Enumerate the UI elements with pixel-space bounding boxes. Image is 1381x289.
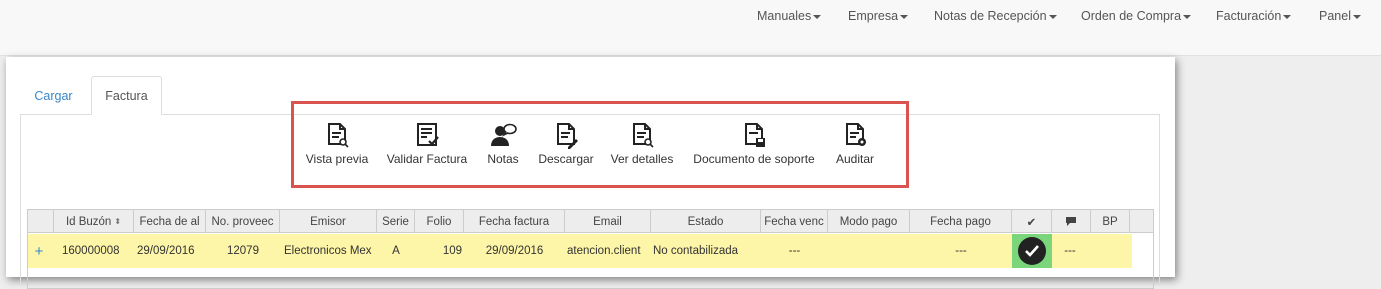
nav-label: Manuales — [757, 9, 812, 23]
cell-id-buzon: 160000008 — [62, 245, 120, 257]
col-estado[interactable]: Estado — [651, 210, 761, 233]
document-gear-icon — [846, 123, 866, 146]
col-expand — [28, 210, 54, 233]
nav-panel[interactable]: Panel — [1319, 8, 1361, 24]
col-fecha-alta[interactable]: Fecha de al — [134, 210, 206, 233]
col-label: No. proveec — [211, 215, 274, 228]
cell-fecha-venc: --- — [788, 245, 801, 257]
col-label: Fecha pago — [930, 215, 991, 228]
cell-fecha-alta: 29/09/2016 — [137, 245, 195, 257]
check-circle-icon — [1018, 237, 1046, 265]
col-bp[interactable]: BP — [1091, 210, 1130, 233]
auditar-label: Auditar — [835, 152, 875, 166]
invoice-grid: Id Buzón ⬍ Fecha de al No. proveec Emisor… — [27, 209, 1154, 289]
cell-serie: A — [392, 245, 400, 257]
nav-manuales[interactable]: Manuales — [757, 8, 822, 24]
col-label: Modo pago — [839, 215, 898, 228]
cell-email: atencion.client — [567, 245, 641, 257]
caret-down-icon — [900, 15, 909, 19]
check-icon: ✔ — [1026, 216, 1037, 229]
nav-label: Facturación — [1216, 9, 1282, 23]
caret-down-icon — [813, 15, 822, 19]
nav-label: Empresa — [848, 9, 899, 23]
cell-fecha-pago: --- — [955, 245, 967, 257]
tab-cargar[interactable]: Cargar — [25, 76, 82, 115]
col-fecha-factura[interactable]: Fecha factura — [464, 210, 565, 233]
checkmark-icon — [1025, 245, 1039, 257]
col-email[interactable]: Email — [565, 210, 651, 233]
vista-previa-button[interactable]: Vista previa — [306, 121, 368, 169]
col-label: Fecha de al — [139, 215, 200, 228]
cell-notes: --- — [1064, 245, 1076, 257]
col-folio[interactable]: Folio — [415, 210, 464, 233]
documento-soporte-button[interactable]: Documento de soporte — [692, 121, 816, 169]
descargar-button[interactable]: Descargar — [538, 121, 594, 169]
validar-factura-button[interactable]: Validar Factura — [386, 121, 468, 169]
col-id-buzon[interactable]: Id Buzón ⬍ — [54, 210, 134, 233]
col-emisor[interactable]: Emisor — [280, 210, 377, 233]
col-label: Estado — [687, 215, 724, 228]
caret-down-icon — [1283, 15, 1292, 19]
col-label: Fecha venc — [764, 215, 824, 228]
nav-label: Notas de Recepción — [934, 9, 1047, 23]
cell-fecha-factura: 29/09/2016 — [485, 245, 544, 257]
col-fecha-venc[interactable]: Fecha venc — [761, 210, 828, 233]
toolbar-highlight — [291, 101, 909, 188]
document-save-icon — [745, 123, 765, 147]
top-navbar: Manuales Empresa Notas de Recepción Orde… — [0, 0, 1381, 56]
col-fecha-pago[interactable]: Fecha pago — [910, 210, 1012, 233]
cell-modo-pago — [828, 234, 910, 268]
tab-factura[interactable]: Factura — [91, 76, 162, 115]
validar-factura-label: Validar Factura — [386, 152, 468, 166]
nav-facturacion[interactable]: Facturación — [1216, 8, 1292, 24]
checklist-icon — [417, 123, 439, 146]
document-magnify-icon — [633, 123, 654, 148]
col-modo-pago[interactable]: Modo pago — [828, 210, 910, 233]
col-label: Fecha factura — [478, 215, 550, 228]
col-check[interactable]: ✔ — [1012, 210, 1052, 233]
cell-emisor: Electronicos Mex — [284, 245, 372, 257]
nav-notas-recepcion[interactable]: Notas de Recepción — [934, 8, 1057, 24]
col-label: Serie — [382, 215, 409, 228]
nav-empresa[interactable]: Empresa — [848, 8, 909, 24]
nav-label: Panel — [1319, 9, 1351, 23]
col-label: BP — [1102, 215, 1118, 228]
user-comment-icon — [491, 123, 517, 146]
document-search-icon — [328, 123, 349, 148]
expand-row-icon[interactable]: + — [28, 234, 50, 268]
col-no-proveedor[interactable]: No. proveec — [206, 210, 280, 233]
cell-estado: No contabilizada — [653, 245, 739, 257]
cell-no-proveedor: 12079 — [227, 245, 259, 257]
table-row[interactable]: + 160000008 29/09/2016 12079 Electronico… — [28, 234, 1132, 268]
notas-button[interactable]: Notas — [485, 121, 521, 169]
descargar-label: Descargar — [538, 152, 594, 166]
ver-detalles-button[interactable]: Ver detalles — [610, 121, 674, 169]
col-comments[interactable] — [1052, 210, 1091, 233]
cell-folio: 109 — [442, 245, 462, 257]
nav-label: Orden de Compra — [1081, 9, 1182, 23]
auditar-button[interactable]: Auditar — [833, 121, 877, 169]
notas-label: Notas — [487, 152, 519, 166]
grid-header: Id Buzón ⬍ Fecha de al No. proveec Emisor… — [28, 210, 1153, 233]
ver-detalles-label: Ver detalles — [610, 152, 674, 166]
col-label: Email — [593, 215, 622, 228]
documento-soporte-label: Documento de soporte — [693, 152, 815, 166]
cell-check[interactable] — [1012, 234, 1052, 268]
caret-down-icon — [1183, 15, 1192, 19]
document-edit-icon — [557, 123, 578, 149]
col-label: Emisor — [310, 215, 346, 228]
cell-bp — [1091, 234, 1130, 268]
vista-previa-label: Vista previa — [305, 152, 369, 166]
col-label: Folio — [426, 215, 452, 228]
col-label: Id Buzón — [65, 215, 112, 228]
comment-icon — [1066, 217, 1076, 226]
caret-down-icon — [1352, 15, 1361, 19]
col-serie[interactable]: Serie — [377, 210, 415, 233]
nav-orden-compra[interactable]: Orden de Compra — [1081, 8, 1192, 24]
sort-icon: ⬍ — [114, 217, 122, 226]
caret-down-icon — [1048, 15, 1057, 19]
